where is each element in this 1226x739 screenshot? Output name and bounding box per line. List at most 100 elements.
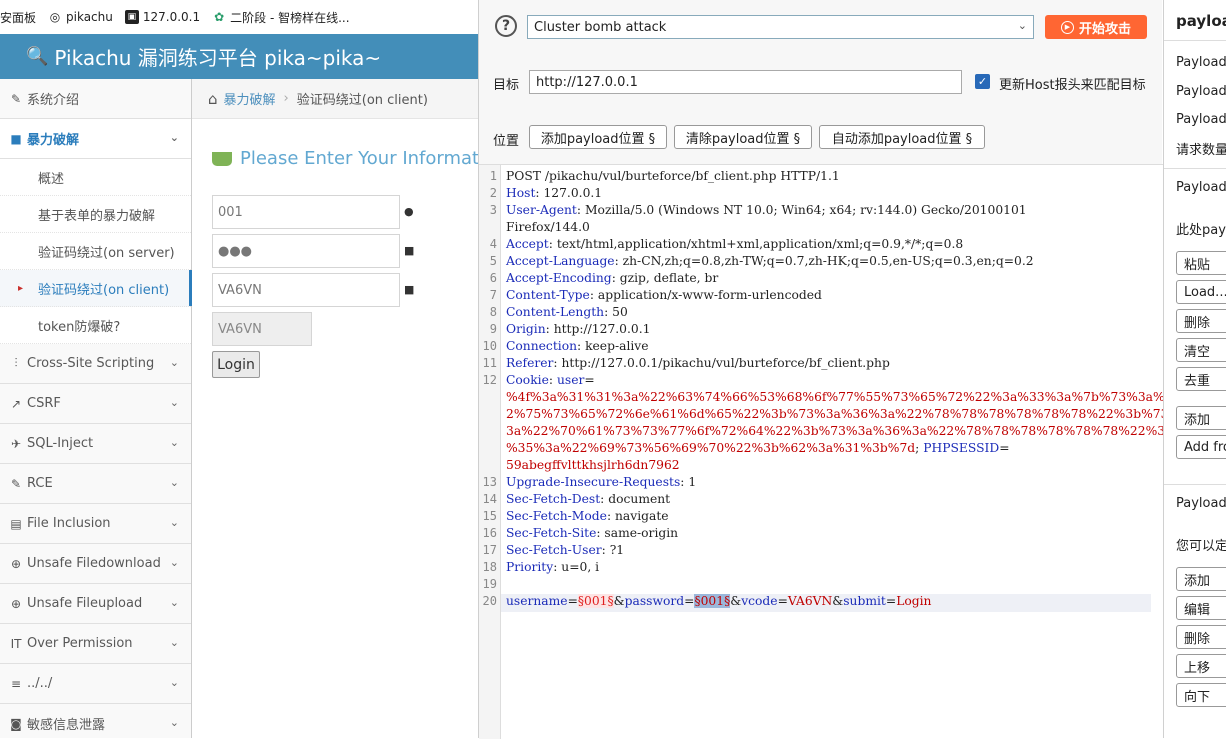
header-value: u=0, i <box>557 560 600 574</box>
add-payload-position-button[interactable]: 添加payload位置 § <box>529 125 667 149</box>
start-attack-button[interactable]: ▶ 开始攻击 <box>1045 15 1147 39</box>
target-input[interactable]: http://127.0.0.1 <box>529 70 962 94</box>
clear-button[interactable]: 清空 <box>1176 338 1226 362</box>
equals: = <box>684 594 695 608</box>
sidebar-item-label: RCE <box>27 476 53 491</box>
chevron-down-icon: ⌄ <box>169 516 179 529</box>
load-button[interactable]: Load... <box>1176 280 1226 304</box>
deduplicate-button[interactable]: 去重 <box>1176 367 1226 391</box>
submenu-item[interactable]: 概述 <box>0 159 191 196</box>
line-number: 20 <box>482 594 497 608</box>
rule-remove-button[interactable]: 删除 <box>1176 625 1226 649</box>
sidebar-item-info-leak[interactable]: ◙ 敏感信息泄露 ⌄ <box>0 704 191 738</box>
coffee-icon <box>212 151 232 166</box>
header-value: zh-CN,zh;q=0.8,zh-TW;q=0.7,zh-HK;q=0.5,e… <box>618 254 1034 268</box>
lock-icon: ■ <box>404 244 415 257</box>
line-number: 13 <box>482 475 497 489</box>
sidebar-item-over-permission[interactable]: IT Over Permission ⌄ <box>0 624 191 664</box>
submenu-item[interactable]: 基于表单的暴力破解 <box>0 196 191 233</box>
chevron-down-icon: ⌄ <box>169 131 179 144</box>
line-number: 2 <box>489 186 497 200</box>
leaf-icon: ✿ <box>214 10 225 24</box>
chevron-down-icon: ⌄ <box>169 396 179 409</box>
attack-type-select[interactable]: Cluster bomb attack ⌄ <box>527 15 1034 39</box>
sidebar-item-label: 系统介绍 <box>27 93 80 108</box>
submenu-label: token防爆破? <box>38 319 121 335</box>
username-input[interactable]: 001 <box>212 195 400 229</box>
add-button[interactable]: 添加 <box>1176 406 1226 430</box>
submenu-item[interactable]: 验证码绕过(on server) <box>0 233 191 270</box>
sidebar-item-csrf[interactable]: ↗ CSRF ⌄ <box>0 384 191 424</box>
sidebar-item-intro[interactable]: ✎ 系统介绍 <box>0 79 191 119</box>
start-attack-label: 开始攻击 <box>1078 21 1131 37</box>
add-from-list-button[interactable]: Add fro <box>1176 435 1226 459</box>
sidebar-item-dirtraversal[interactable]: ≡ ../../ ⌄ <box>0 664 191 704</box>
request-line: Origin: http://127.0.0.1 <box>506 322 650 336</box>
clear-payload-position-button[interactable]: 清除payload位置 § <box>674 125 812 149</box>
submenu-item[interactable]: token防爆破? <box>0 307 191 344</box>
pencil-icon: ✎ <box>10 476 22 491</box>
bookmark-item[interactable]: ▣ 127.0.0.1 <box>124 10 200 24</box>
bookmark-item[interactable]: ✿ 二阶段 - 智榜样在线... <box>212 9 349 26</box>
vcode-input[interactable]: VA6VN <box>212 273 400 307</box>
bookmarks-bar: 安面板 ◎ pikachu ▣ 127.0.0.1 ✿ 二阶段 - 智榜样在线... <box>0 0 478 34</box>
payload-marker: §001§ <box>577 594 614 608</box>
request-line: Content-Length: 50 <box>506 305 628 319</box>
header-name: Cookie <box>506 373 549 387</box>
bookmark-item[interactable]: ◎ pikachu <box>48 10 113 24</box>
cookie-value: 3a%22%70%61%73%73%77%6f%72%64%22%3b%73%3… <box>506 424 1226 438</box>
line-number: 15 <box>482 509 497 523</box>
request-line: Host: 127.0.0.1 <box>506 186 602 200</box>
rule-add-button[interactable]: 添加 <box>1176 567 1226 591</box>
sidebar-item-bruteforce[interactable]: ■ 暴力破解 ⌄ <box>0 119 191 159</box>
sidebar: ✎ 系统介绍 ■ 暴力破解 ⌄ 概述 基于表单的暴力破解 验证码绕过(on serve… <box>0 79 192 738</box>
param-name: username <box>506 594 568 608</box>
header-name: Accept <box>506 237 549 251</box>
sidebar-item-rce[interactable]: ✎ RCE ⌄ <box>0 464 191 504</box>
request-line: 3a%22%70%61%73%73%77%6f%72%64%22%3b%73%3… <box>506 424 1226 438</box>
sidebar-item-sqli[interactable]: ✈ SQL-Inject ⌄ <box>0 424 191 464</box>
submenu-label: 概述 <box>38 171 65 187</box>
header-text: = <box>584 373 595 387</box>
cookie-value: %4f%3a%31%31%3a%22%63%74%66%53%68%6f%77%… <box>506 390 1226 404</box>
sidebar-item-label: File Inclusion <box>27 516 111 531</box>
rule-up-button[interactable]: 上移 <box>1176 654 1226 678</box>
app-title[interactable]: Pikachu 漏洞练习平台 pika~pika~ <box>54 42 381 71</box>
password-input[interactable]: ●●● <box>212 234 400 268</box>
bookmark-label: pikachu <box>66 10 113 24</box>
target-label: 目标 <box>493 78 520 93</box>
update-host-checkbox[interactable]: ✓ <box>975 74 990 89</box>
paste-button[interactable]: 粘贴 <box>1176 251 1226 275</box>
sidebar-item-label: Unsafe Filedownload <box>27 556 161 571</box>
header-value: http://127.0.0.1 <box>549 322 651 336</box>
update-host-label: 更新Host报头来匹配目标 <box>999 78 1146 93</box>
request-line: Accept: text/html,application/xhtml+xml,… <box>506 237 963 251</box>
chevron-down-icon: ⌄ <box>169 356 179 369</box>
cookie-value: 59abegffvlttkhsjlrh6dn7962 <box>506 458 680 472</box>
sidebar-item-file-inclusion[interactable]: ▤ File Inclusion ⌄ <box>0 504 191 544</box>
request-line: username=§001§&password=§001§&vcode=VA6V… <box>506 594 931 608</box>
line-number: 11 <box>482 356 497 370</box>
text-height-icon: IT <box>10 636 22 651</box>
login-button[interactable]: Login <box>212 351 260 378</box>
help-icon[interactable]: ? <box>495 15 517 37</box>
auto-payload-position-button[interactable]: 自动添加payload位置 § <box>819 125 985 149</box>
breadcrumb-parent-link[interactable]: 暴力破解 <box>224 89 276 108</box>
sidebar-item-filedownload[interactable]: ⊕ Unsafe Filedownload ⌄ <box>0 544 191 584</box>
breadcrumb-current: 验证码绕过(on client) <box>296 93 428 108</box>
header-name: user <box>556 373 585 387</box>
sidebar-item-xss[interactable]: ⫶ Cross-Site Scripting ⌄ <box>0 344 191 384</box>
rule-down-button[interactable]: 向下 <box>1176 683 1226 707</box>
sidebar-item-label: Over Permission <box>27 636 133 651</box>
rule-edit-button[interactable]: 编辑 <box>1176 596 1226 620</box>
submenu-item-active[interactable]: ▸ 验证码绕过(on client) <box>0 270 192 307</box>
breadcrumb: ⌂ 暴力破解 › 验证码绕过(on client) <box>192 79 478 119</box>
request-editor[interactable]: 1 2 3 4 5 6 7 8 9 10 11 12 13 14 15 16 17 18 19 20 POST /pi… <box>479 164 1226 739</box>
line-number: 5 <box>489 254 497 268</box>
remove-button[interactable]: 删除 <box>1176 309 1226 333</box>
submenu-label: 基于表单的暴力破解 <box>38 208 156 224</box>
upload-icon: ⊕ <box>10 596 22 611</box>
home-icon[interactable]: ⌂ <box>208 90 218 108</box>
bookmark-item[interactable]: 安面板 <box>0 9 36 26</box>
sidebar-item-fileupload[interactable]: ⊕ Unsafe Fileupload ⌄ <box>0 584 191 624</box>
